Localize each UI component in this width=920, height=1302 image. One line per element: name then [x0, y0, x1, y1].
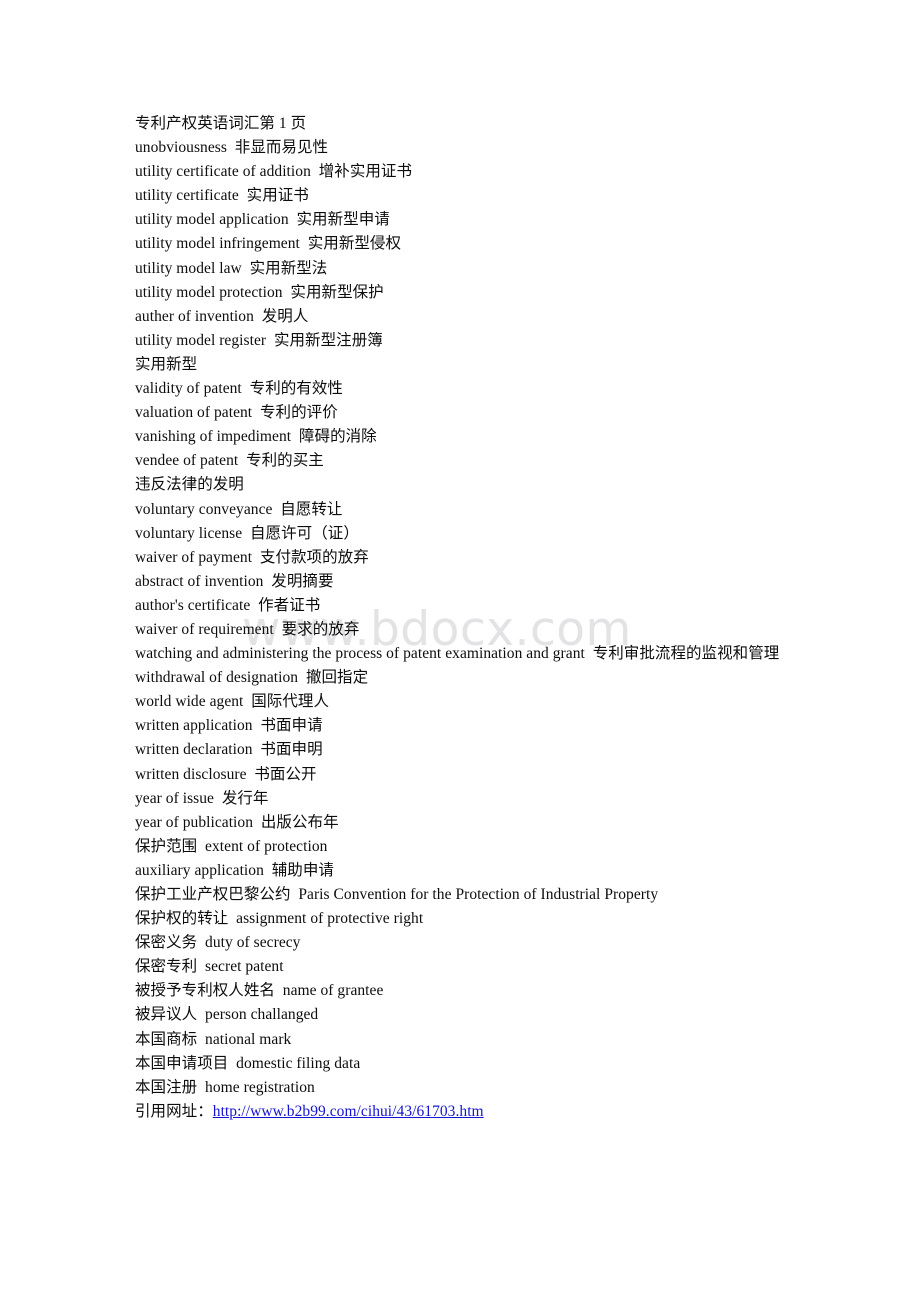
document-title: 专利产权英语词汇第 1 页	[135, 115, 307, 132]
glossary-line: utility model law 实用新型法	[135, 259, 328, 277]
glossary-line: 被异议人 person challanged	[135, 1006, 319, 1024]
document-body: 专利产权英语词汇第 1 页 unobviousness 非显而易见性 utility…	[135, 112, 790, 1124]
glossary-line: waiver of payment 支付款项的放弃	[135, 548, 369, 566]
glossary-line: 实用新型	[135, 355, 198, 373]
glossary-line: utility certificate of addition 增补实用证书	[135, 163, 413, 181]
glossary-line: unobviousness 非显而易见性	[135, 139, 329, 157]
glossary-line: vanishing of impediment 障碍的消除	[135, 428, 377, 446]
glossary-line: 被授予专利权人姓名 name of grantee	[135, 982, 384, 1000]
glossary-line-list: 专利产权英语词汇第 1 页 unobviousness 非显而易见性 utility…	[135, 112, 790, 1100]
glossary-line: 违反法律的发明	[135, 476, 244, 494]
glossary-line: 保护权的转让 assignment of protective right	[135, 910, 424, 928]
glossary-line: auther of invention 发明人	[135, 307, 309, 325]
glossary-line: voluntary conveyance 自愿转让	[135, 500, 343, 518]
glossary-line: written declaration 书面申明	[135, 741, 323, 759]
glossary-line: utility model protection 实用新型保护	[135, 283, 384, 301]
glossary-line: 本国申请项目 domestic filing data	[135, 1054, 361, 1072]
glossary-line: written disclosure 书面公开	[135, 765, 317, 783]
glossary-line: auxiliary application 辅助申请	[135, 861, 334, 879]
glossary-line: 本国注册 home registration	[135, 1078, 315, 1096]
citation-link[interactable]: http://www.b2b99.com/cihui/43/61703.htm	[213, 1103, 484, 1120]
glossary-line: utility model application 实用新型申请	[135, 211, 390, 229]
glossary-line: 本国商标 national mark	[135, 1030, 292, 1048]
glossary-line: utility model register 实用新型注册簿	[135, 331, 383, 349]
glossary-line: 保护范围 extent of protection	[135, 837, 328, 855]
glossary-line: abstract of invention 发明摘要	[135, 572, 334, 590]
glossary-line: utility model infringement 实用新型侵权	[135, 235, 402, 253]
citation-label: 引用网址：	[135, 1102, 213, 1120]
glossary-line: validity of patent 专利的有效性	[135, 380, 343, 398]
glossary-line: vendee of patent 专利的买主	[135, 452, 324, 470]
glossary-line: author's certificate 作者证书	[135, 596, 321, 614]
glossary-line: year of issue 发行年	[135, 789, 269, 807]
glossary-line: 保护工业产权巴黎公约 Paris Convention for the Prot…	[135, 886, 659, 903]
glossary-line: waiver of requirement 要求的放弃	[135, 620, 360, 638]
glossary-line: written application 书面申请	[135, 717, 323, 735]
glossary-line: valuation of patent 专利的评价	[135, 404, 338, 422]
glossary-line: withdrawal of designation 撤回指定	[135, 669, 369, 687]
glossary-line: voluntary license 自愿许可（证）	[135, 524, 359, 542]
citation-line: 引用网址：http://www.b2b99.com/cihui/43/61703…	[135, 1100, 790, 1124]
glossary-line: watching and administering the process o…	[135, 645, 780, 663]
glossary-line: 保密义务 duty of secrecy	[135, 934, 301, 952]
glossary-line: 保密专利 secret patent	[135, 958, 284, 976]
glossary-line: utility certificate 实用证书	[135, 187, 309, 205]
glossary-line: world wide agent 国际代理人	[135, 693, 330, 711]
glossary-line: year of publication 出版公布年	[135, 813, 339, 831]
